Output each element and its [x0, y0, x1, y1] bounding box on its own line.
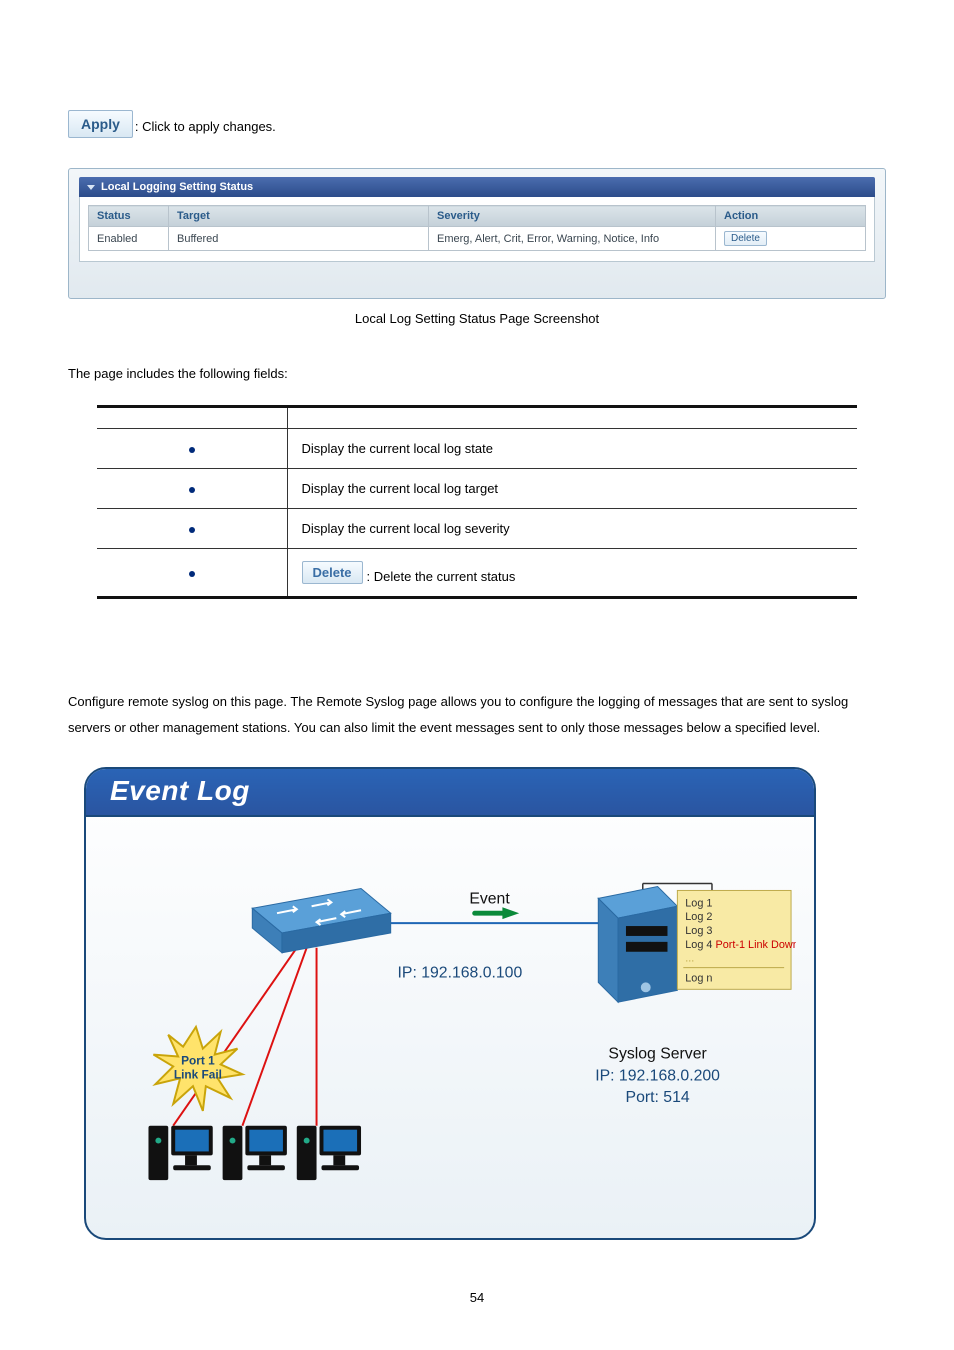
svg-text:Log 2: Log 2: [685, 911, 712, 923]
svg-text:Link Fail: Link Fail: [174, 1067, 222, 1081]
table-header-row: Status Target Severity Action: [89, 206, 866, 227]
col-action: Action: [716, 206, 866, 227]
field-bullet: [97, 429, 287, 469]
pc-icon: [223, 1126, 287, 1180]
log-note: Log 1 Log 2 Log 3 Log 4 Port-1 Link Down…: [677, 890, 796, 989]
switch-ip: IP: 192.168.0.100: [398, 964, 523, 981]
fields-header-desc: [287, 407, 857, 429]
apply-row: Apply : Click to apply changes.: [68, 110, 886, 138]
col-target: Target: [169, 206, 429, 227]
status-panel: Local Logging Setting Status Status Targ…: [68, 168, 886, 299]
delete-button-sample[interactable]: Delete: [302, 561, 363, 584]
fields-table: Display the current local log state Disp…: [97, 405, 857, 599]
apply-button[interactable]: Apply: [68, 110, 133, 138]
svg-text:Log 4 Port-1 Link Down: Log 4 Port-1 Link Down: [685, 939, 796, 951]
status-table: Status Target Severity Action Enabled Bu…: [88, 205, 866, 251]
switch-icon: [252, 888, 390, 952]
panel-title-bar[interactable]: Local Logging Setting Status: [79, 177, 875, 197]
fields-lead: The page includes the following fields:: [68, 366, 886, 381]
screenshot-caption: Local Log Setting Status Page Screenshot: [68, 311, 886, 326]
pc-icon: [148, 1126, 212, 1180]
svg-text:...: ...: [685, 953, 694, 965]
apply-description: : Click to apply changes.: [135, 119, 276, 138]
col-status: Status: [89, 206, 169, 227]
field-bullet: [97, 509, 287, 549]
diagram-title: Event Log: [110, 775, 250, 806]
server-ip: IP: 192.168.0.200: [595, 1067, 720, 1084]
starburst-icon: Port 1 Link Fail: [153, 1027, 242, 1111]
diagram-svg: Log 1 Log 2 Log 3 Log 4 Port-1 Link Down…: [104, 827, 796, 1207]
svg-text:Log 3: Log 3: [685, 925, 712, 937]
event-label: Event: [469, 890, 510, 907]
page-number: 54: [68, 1290, 886, 1305]
remote-syslog-body: Configure remote syslog on this page. Th…: [68, 689, 886, 741]
delete-desc-text: : Delete the current status: [367, 569, 516, 584]
panel-title: Local Logging Setting Status: [101, 181, 253, 193]
cell-target: Buffered: [169, 227, 429, 251]
field-desc: Display the current local log state: [287, 429, 857, 469]
server-port: Port: 514: [626, 1089, 690, 1106]
table-row: Enabled Buffered Emerg, Alert, Crit, Err…: [89, 227, 866, 251]
field-desc: Delete : Delete the current status: [287, 549, 857, 598]
svg-text:Port 1: Port 1: [181, 1053, 215, 1067]
field-bullet: [97, 469, 287, 509]
svg-text:Log 1: Log 1: [685, 897, 712, 909]
event-log-diagram: Event Log: [84, 767, 816, 1240]
field-desc: Display the current local log severity: [287, 509, 857, 549]
field-bullet: [97, 549, 287, 598]
fields-header-object: [97, 407, 287, 429]
svg-text:Log n: Log n: [685, 972, 712, 984]
cell-status: Enabled: [89, 227, 169, 251]
col-severity: Severity: [429, 206, 716, 227]
server-name: Syslog Server: [608, 1046, 706, 1063]
delete-button[interactable]: Delete: [724, 231, 767, 246]
caret-down-icon: [87, 185, 95, 190]
cell-action: Delete: [716, 227, 866, 251]
field-desc: Display the current local log target: [287, 469, 857, 509]
server-icon: [598, 887, 677, 1003]
cell-severity: Emerg, Alert, Crit, Error, Warning, Noti…: [429, 227, 716, 251]
pc-icon: [297, 1126, 361, 1180]
